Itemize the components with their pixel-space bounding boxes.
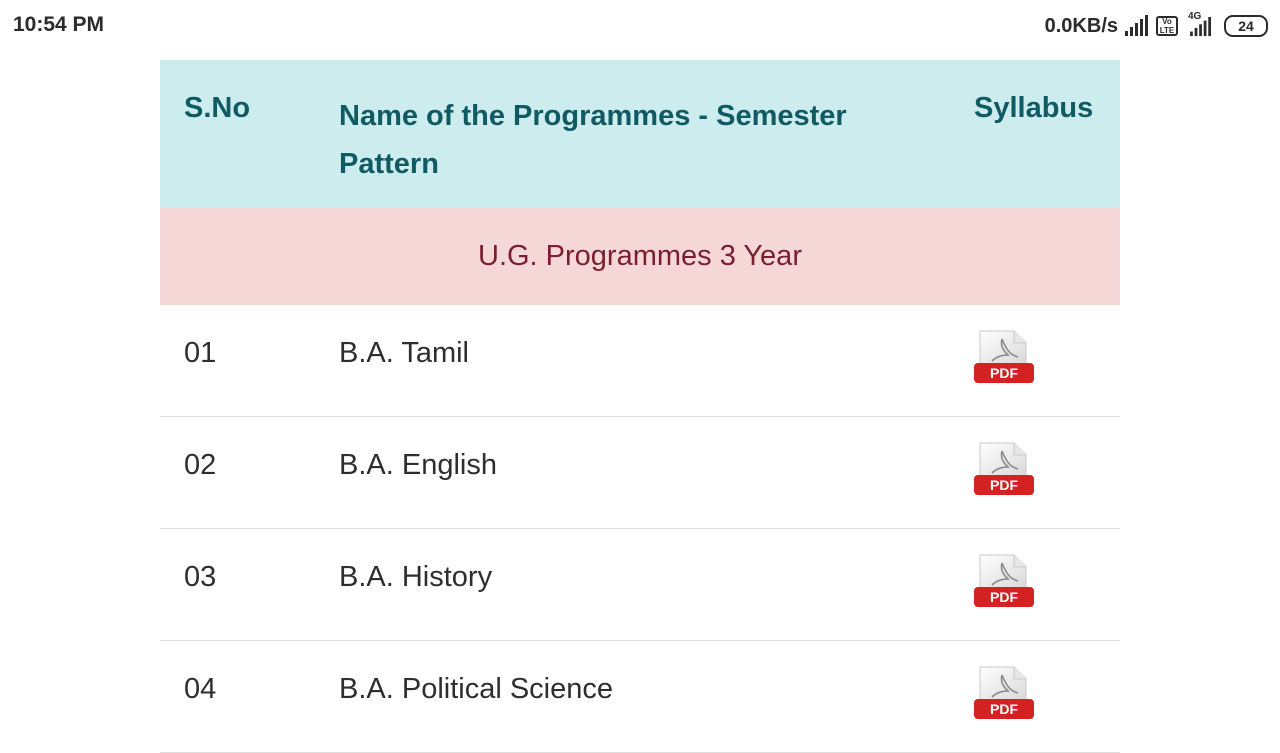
svg-text:PDF: PDF <box>990 477 1018 493</box>
table-row: 01 B.A. Tamil PDF <box>160 305 1120 417</box>
pdf-icon: PDF <box>974 554 1034 607</box>
header-syllabus: Syllabus <box>974 92 1094 124</box>
table-row: 03 B.A. History PDF <box>160 529 1120 641</box>
svg-text:PDF: PDF <box>990 365 1018 381</box>
status-bar: 10:54 PM 0.0KB/s Vo LTE 4G 24 <box>0 0 1280 52</box>
signal-icon <box>1125 15 1148 36</box>
svg-text:PDF: PDF <box>990 589 1018 605</box>
row-programme-name: B.A. Political Science <box>339 673 614 705</box>
status-indicators: 0.0KB/s Vo LTE 4G 24 <box>1044 11 1268 40</box>
pdf-download-link[interactable]: PDF <box>974 553 1034 611</box>
signal-4g-icon: 4G <box>1184 11 1216 39</box>
row-programme-name: B.A. History <box>339 561 493 593</box>
pdf-download-link[interactable]: PDF <box>974 665 1034 723</box>
pdf-icon: PDF <box>974 666 1034 719</box>
table-row: 02 B.A. English PDF <box>160 417 1120 529</box>
programmes-table: S.No Name of the Programmes - Semester P… <box>160 60 1120 753</box>
row-programme-name: B.A. English <box>339 449 497 481</box>
header-sno: S.No <box>184 92 251 124</box>
header-programme-name: Name of the Programmes - Semester Patter… <box>339 100 847 180</box>
pdf-download-link[interactable]: PDF <box>974 329 1034 387</box>
table-header: S.No Name of the Programmes - Semester P… <box>160 60 1120 208</box>
battery-icon: 24 <box>1224 15 1268 37</box>
volte-bottom: LTE <box>1159 26 1175 35</box>
volte-top: Vo <box>1162 17 1172 26</box>
row-sno: 03 <box>184 561 217 593</box>
pdf-icon: PDF <box>974 442 1034 495</box>
pdf-download-link[interactable]: PDF <box>974 441 1034 499</box>
volte-icon: Vo LTE <box>1156 16 1178 36</box>
net-speed: 0.0KB/s <box>1044 14 1118 37</box>
row-programme-name: B.A. Tamil <box>339 337 470 369</box>
status-time: 10:54 PM <box>13 13 105 36</box>
row-sno: 01 <box>184 337 217 369</box>
row-sno: 02 <box>184 449 217 481</box>
table-body: 01 B.A. Tamil PDF 02 B.A. English PDF 03… <box>160 305 1120 753</box>
pdf-icon: PDF <box>974 330 1034 383</box>
row-sno: 04 <box>184 673 217 705</box>
table-row: 04 B.A. Political Science PDF <box>160 641 1120 753</box>
section-heading-ug: U.G. Programmes 3 Year <box>160 208 1120 305</box>
svg-text:PDF: PDF <box>990 701 1018 717</box>
